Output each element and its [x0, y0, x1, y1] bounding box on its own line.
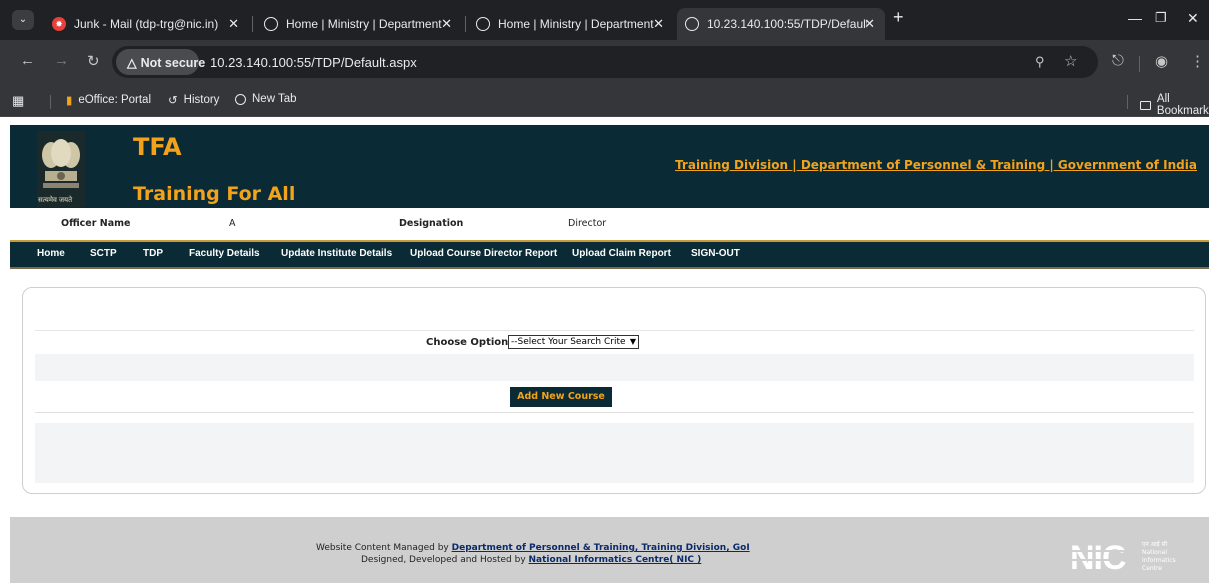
bookmark-separator [1127, 95, 1128, 109]
new-tab-icon[interactable]: + [893, 7, 904, 28]
bookmark-star-icon[interactable]: ☆ [1064, 52, 1077, 70]
officer-name-label: Officer Name [61, 218, 131, 229]
tab-home-ministry-2[interactable]: Home | Ministry | Department | ✕ [468, 8, 674, 40]
menu-kebab-icon[interactable]: ⋮ [1190, 52, 1205, 70]
globe-icon [685, 17, 699, 31]
globe-icon [264, 17, 278, 31]
tab-search-icon[interactable]: ⌄ [12, 10, 34, 30]
restore-icon[interactable]: ❐ [1155, 10, 1167, 26]
minimize-icon[interactable]: — [1128, 10, 1142, 26]
history-icon: ↺ [168, 95, 178, 107]
all-bookmarks[interactable]: All Bookmarks [1140, 93, 1209, 117]
add-new-course-button[interactable]: Add New Course [510, 387, 612, 407]
eoffice-icon: ▮ [66, 95, 73, 107]
menu-tdp[interactable]: TDP [143, 248, 163, 259]
footer-nic-link[interactable]: National Informatics Centre( NIC ) [529, 555, 702, 565]
footer-line-1: Website Content Managed by Department of… [316, 543, 750, 553]
menu-home[interactable]: Home [37, 248, 65, 259]
extensions-icon[interactable]: ⎋ [1112, 52, 1124, 69]
close-tab-icon[interactable]: ✕ [653, 16, 664, 32]
reload-icon[interactable]: ↻ [87, 52, 100, 70]
panel-row [35, 423, 1194, 483]
menu-upload-claim-report[interactable]: Upload Claim Report [572, 248, 671, 259]
not-secure-label: Not secure [140, 55, 206, 70]
menu-sign-out[interactable]: SIGN-OUT [691, 248, 740, 259]
search-criteria-select[interactable]: --Select Your Search Crite ▼ [508, 335, 639, 349]
menu-update-institute-details[interactable]: Update Institute Details [281, 248, 392, 259]
close-tab-icon[interactable]: ✕ [441, 16, 452, 32]
url-text[interactable]: 10.23.140.100:55/TDP/Default.aspx [210, 55, 417, 70]
profile-icon[interactable]: ◉ [1155, 52, 1168, 70]
nic-logo: NIC [1070, 539, 1140, 577]
emblem-motto: सत्यमेव जयते [38, 197, 73, 204]
designation-label: Designation [399, 218, 464, 229]
chevron-down-icon: ▼ [629, 337, 636, 346]
panel-divider [35, 412, 1194, 413]
site-title: TFA [133, 133, 182, 161]
tab-home-ministry-1[interactable]: Home | Ministry | Department | ✕ [256, 8, 462, 40]
bookmark-history[interactable]: ↺ History [168, 93, 219, 107]
folder-icon [1140, 100, 1151, 110]
officer-name-value: A [229, 218, 236, 229]
bookmark-separator [50, 95, 51, 109]
tab-separator [252, 16, 253, 32]
tab-junk-mail[interactable]: ✸ Junk - Mail (tdp-trg@nic.in) ✕ [44, 8, 249, 40]
header-links[interactable]: Training Division | Department of Person… [675, 158, 1197, 172]
tab-tdp-default[interactable]: 10.23.140.100:55/TDP/Default.a ✕ [677, 8, 885, 40]
designation-value: Director [568, 218, 607, 229]
apps-grid-icon[interactable]: ▦ [12, 93, 24, 109]
footer-dopt-link[interactable]: Department of Personnel & Training, Trai… [452, 543, 750, 553]
tab-separator [465, 16, 466, 32]
menu-sctp[interactable]: SCTP [90, 248, 117, 259]
panel-row [35, 354, 1194, 381]
bookmark-eoffice[interactable]: ▮ eOffice: Portal [66, 93, 151, 107]
warning-icon: △ [127, 56, 137, 70]
site-subtitle: Training For All [133, 183, 296, 205]
globe-icon [476, 17, 490, 31]
close-tab-icon[interactable]: ✕ [864, 16, 875, 32]
back-icon[interactable]: ← [20, 52, 35, 69]
panel-row [35, 298, 1194, 331]
toolbar-separator [1139, 56, 1140, 72]
svg-text:NIC: NIC [1070, 539, 1126, 577]
close-window-icon[interactable]: ✕ [1187, 10, 1199, 27]
footer-line-2: Designed, Developed and Hosted by Nation… [361, 555, 702, 565]
globe-icon [235, 93, 246, 105]
menu-faculty-details[interactable]: Faculty Details [189, 248, 260, 259]
forward-icon[interactable]: → [54, 52, 69, 69]
choose-option-label: Choose Option [426, 337, 509, 348]
mail-favicon-icon: ✸ [52, 17, 66, 31]
menu-upload-course-director-report[interactable]: Upload Course Director Report [410, 248, 557, 259]
zoom-icon[interactable]: ⚲ [1035, 54, 1045, 70]
close-tab-icon[interactable]: ✕ [228, 16, 239, 32]
bookmark-new-tab[interactable]: New Tab [235, 93, 297, 105]
